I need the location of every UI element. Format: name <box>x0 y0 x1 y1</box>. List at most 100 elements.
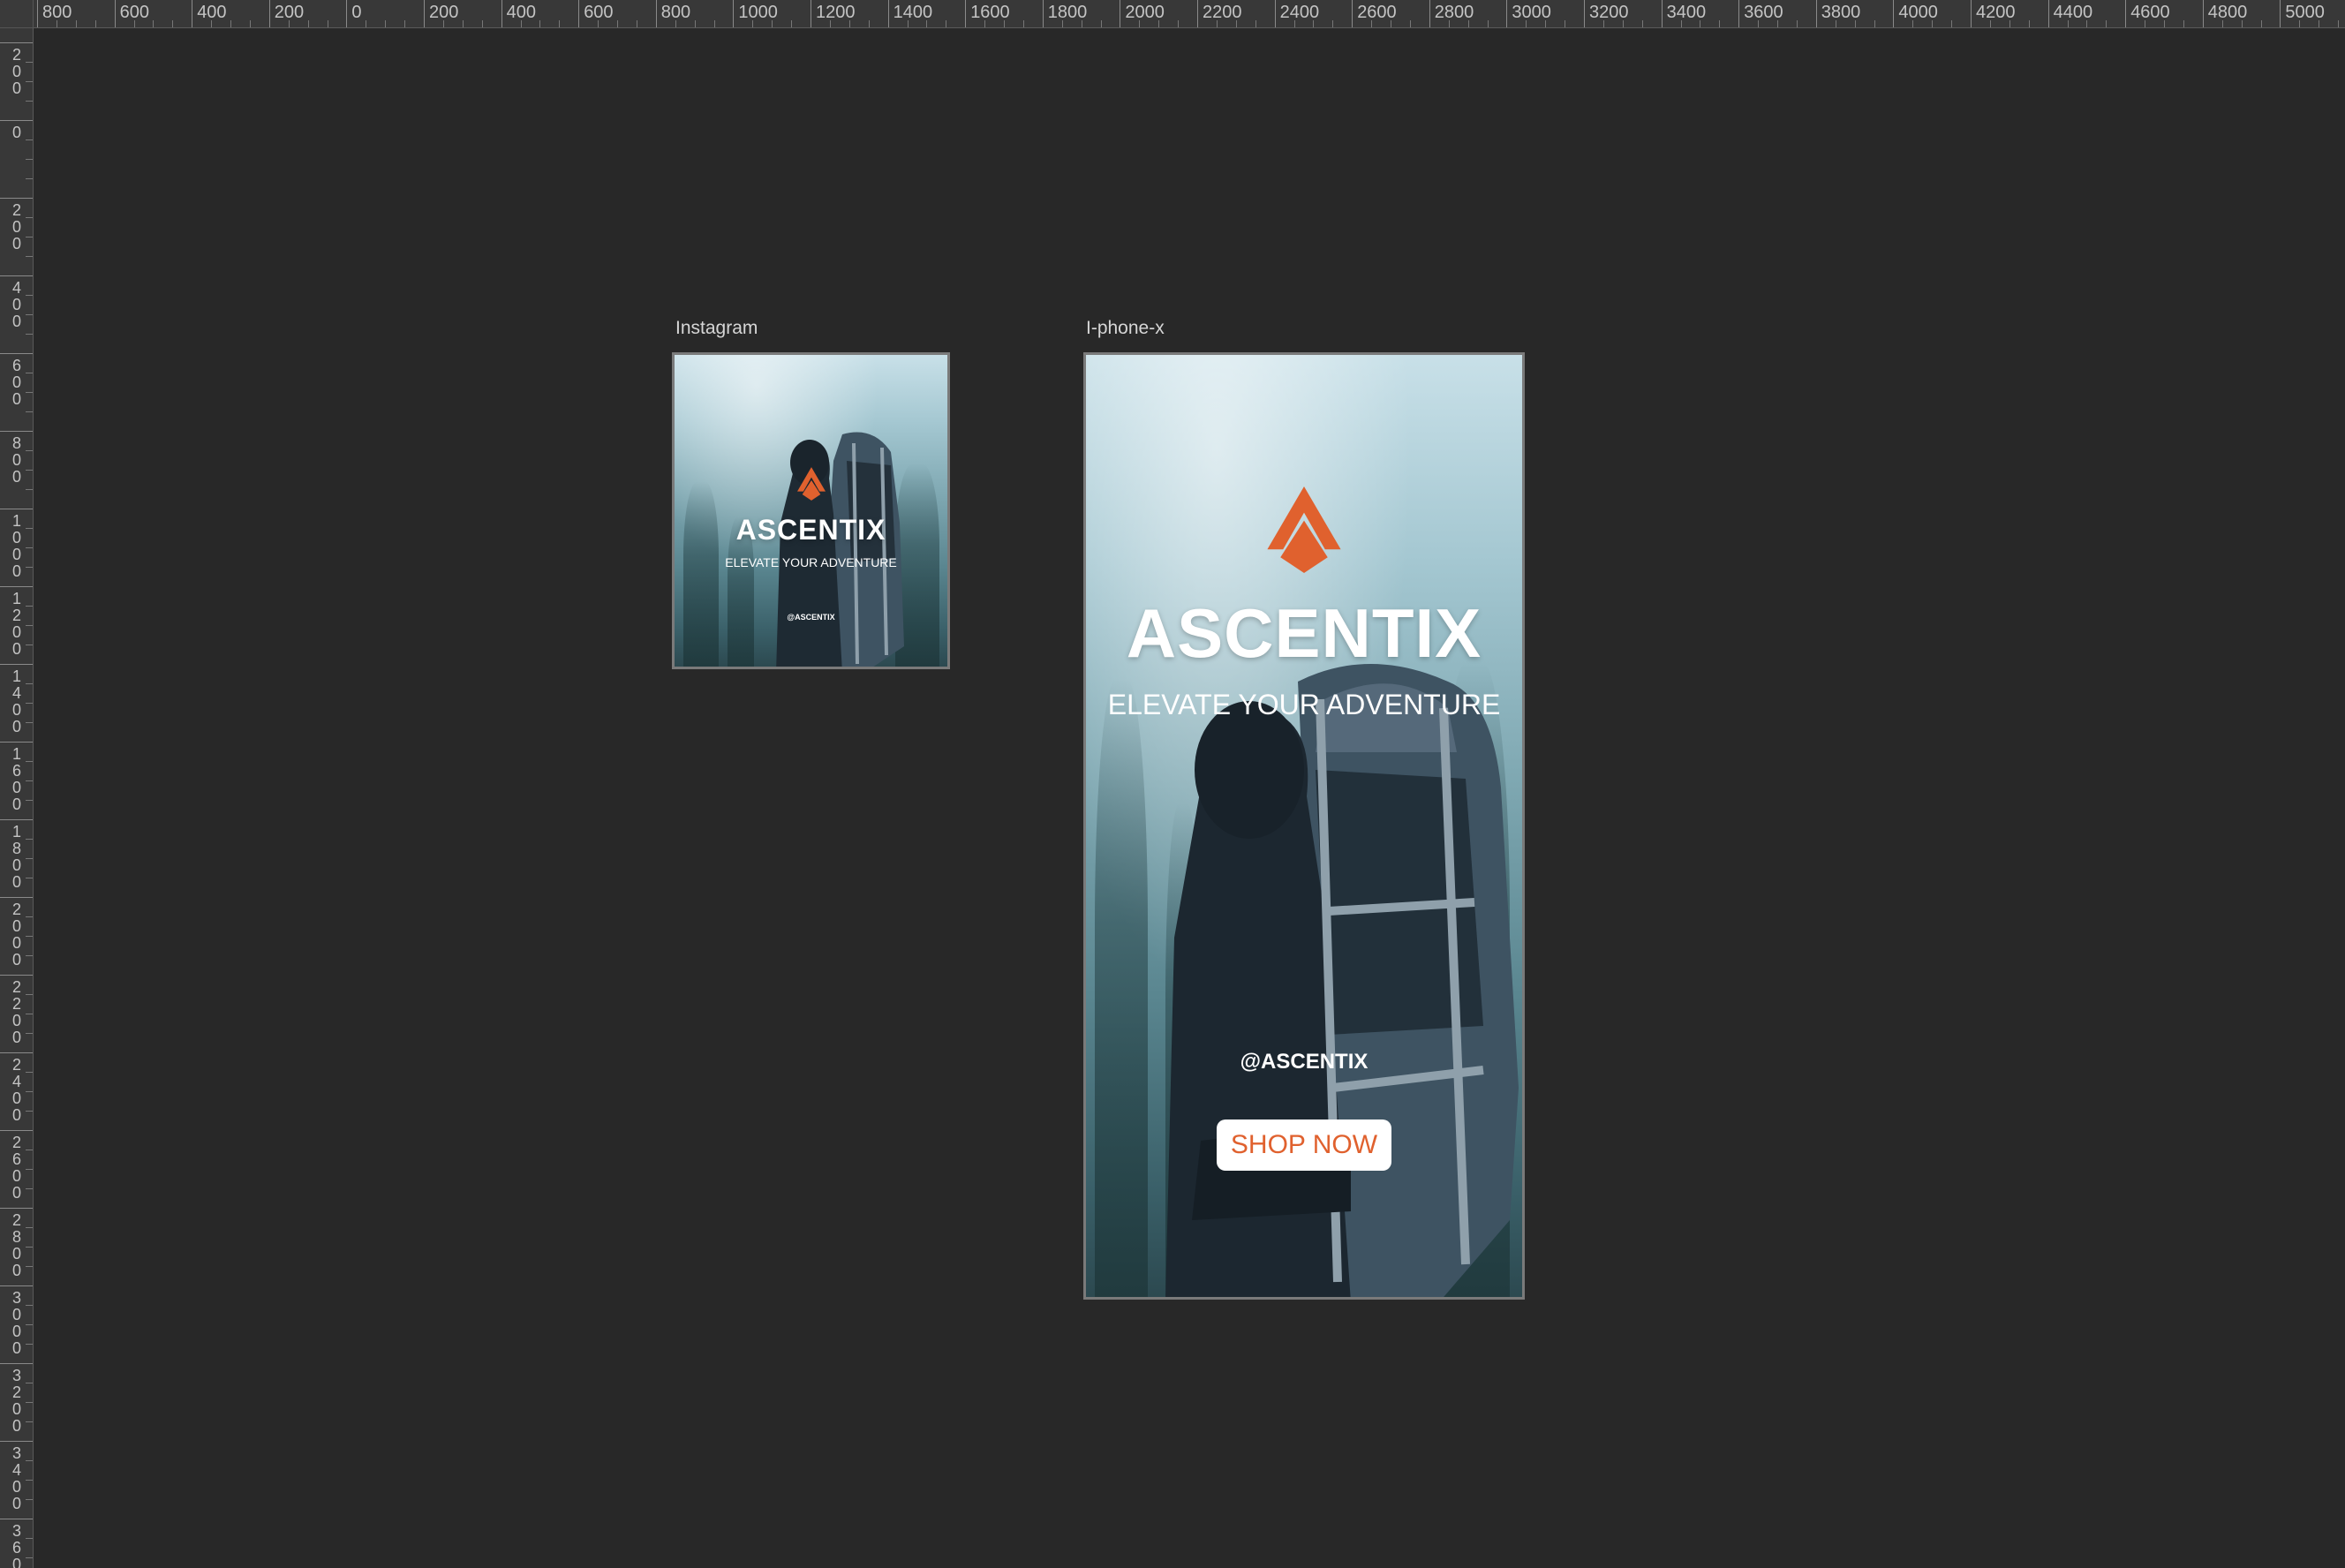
ruler-minor-tick <box>26 392 33 393</box>
ruler-minor-tick <box>868 20 870 27</box>
ruler-minor-tick <box>1409 20 1411 27</box>
ruler-minor-tick <box>26 314 33 315</box>
ruler-minor-tick <box>772 20 773 27</box>
ruler-minor-tick <box>26 683 33 684</box>
ruler-tick-label: 2800 <box>1429 0 1474 27</box>
ruler-minor-tick <box>2164 20 2165 27</box>
ruler-minor-tick <box>26 567 33 568</box>
hiker-figure <box>758 426 909 667</box>
ruler-minor-tick <box>1313 20 1315 27</box>
ruler-minor-tick <box>26 936 33 937</box>
ruler-minor-tick <box>26 139 33 140</box>
ruler-minor-tick <box>2241 20 2243 27</box>
ruler-minor-tick <box>1641 20 1643 27</box>
ruler-minor-tick <box>1758 20 1760 27</box>
ruler-minor-tick <box>26 1227 33 1228</box>
ruler-minor-tick <box>1912 20 1914 27</box>
ruler-tick-label: 1000 <box>733 0 778 27</box>
ruler-tick-label: 0 <box>346 0 362 27</box>
ruler-minor-tick <box>462 20 464 27</box>
ruler-minor-tick <box>26 916 33 917</box>
ruler-minor-tick <box>1874 20 1875 27</box>
ruler-corner <box>0 0 34 28</box>
ruler-minor-tick <box>94 20 96 27</box>
ruler-minor-tick <box>26 1402 33 1403</box>
ruler-tick-label: 1600 <box>965 0 1010 27</box>
ruler-minor-tick <box>26 62 33 63</box>
ruler-minor-tick <box>75 20 77 27</box>
ruler-minor-tick <box>26 800 33 801</box>
ruler-minor-tick <box>26 81 33 82</box>
ruler-tick-label: 3600 <box>1738 0 1783 27</box>
ruler-minor-tick <box>1022 20 1024 27</box>
ruler-minor-tick <box>385 20 387 27</box>
ruler-minor-tick <box>675 20 676 27</box>
ruler-tick-label: 4000 <box>1893 0 1938 27</box>
hiker-figure <box>1148 646 1522 1297</box>
vertical-ruler[interactable]: 200 0 200 400 600 800 1000 1200 1400 1600 1800 2000… <box>0 28 34 1568</box>
ruler-minor-tick <box>617 20 618 27</box>
ruler-minor-tick <box>2106 20 2107 27</box>
artboard-instagram[interactable]: ASCENTIX ELEVATE YOUR ADVENTURE @ASCENTI… <box>672 352 950 669</box>
ruler-minor-tick <box>1139 20 1141 27</box>
ruler-minor-tick <box>26 334 33 335</box>
ruler-minor-tick <box>26 528 33 529</box>
ruler-minor-tick <box>791 20 793 27</box>
ruler-tick-label: 2800 <box>0 1208 33 1279</box>
ruler-minor-tick <box>1526 20 1527 27</box>
ruler-minor-tick <box>1371 20 1373 27</box>
ruler-minor-tick <box>26 1305 33 1306</box>
ruler-minor-tick <box>26 159 33 160</box>
ruler-minor-tick <box>1158 20 1160 27</box>
ruler-tick-label: 2200 <box>0 975 33 1046</box>
ruler-minor-tick <box>1680 20 1682 27</box>
horizontal-ruler[interactable]: 800 600 400 200 0 200 400 600 800 1000 1200 1400 160… <box>34 0 2345 28</box>
ruler-tick-label: 3400 <box>0 1441 33 1512</box>
ruler-minor-tick <box>2067 20 2069 27</box>
ruler-minor-tick <box>26 994 33 995</box>
ruler-tick-label: 1400 <box>0 664 33 735</box>
ruler-minor-tick <box>26 703 33 704</box>
artboard-iphone-x[interactable]: ASCENTIX ELEVATE YOUR ADVENTURE @ASCENTI… <box>1083 352 1525 1300</box>
mountain-logo-icon <box>795 466 827 501</box>
ruler-tick-label: 200 <box>0 42 33 97</box>
artboard-label-instagram[interactable]: Instagram <box>675 318 758 339</box>
ruler-tick-label: 2600 <box>1352 0 1397 27</box>
ruler-tick-label: 5000 <box>2280 0 2325 27</box>
ruler-minor-tick <box>26 1072 33 1073</box>
ruler-minor-tick <box>26 1266 33 1267</box>
ruler-tick-label: 2000 <box>0 897 33 969</box>
ruler-minor-tick <box>26 450 33 451</box>
ruler-tick-label: 1600 <box>0 742 33 813</box>
ruler-minor-tick <box>26 761 33 762</box>
ruler-minor-tick <box>26 1111 33 1112</box>
ruler-minor-tick <box>1178 20 1180 27</box>
ruler-minor-tick <box>848 20 850 27</box>
ruler-minor-tick <box>26 780 33 781</box>
artboard-label-iphone-x[interactable]: I-phone-x <box>1086 318 1165 339</box>
ruler-minor-tick <box>694 20 696 27</box>
ruler-tick-label: 1800 <box>1042 0 1087 27</box>
ruler-minor-tick <box>26 625 33 626</box>
ruler-minor-tick <box>26 606 33 607</box>
ruler-minor-tick <box>26 295 33 296</box>
ruler-minor-tick <box>26 489 33 490</box>
brand-title: ASCENTIX <box>1126 594 1482 672</box>
ruler-minor-tick <box>26 1324 33 1325</box>
shop-now-button[interactable]: SHOP NOW <box>1217 1119 1391 1171</box>
ruler-tick-label: 2400 <box>1274 0 1319 27</box>
ruler-minor-tick <box>172 20 174 27</box>
ruler-tick-label: 2200 <box>1197 0 1242 27</box>
ruler-tick-label: 4600 <box>2125 0 2170 27</box>
ruler-minor-tick <box>752 20 754 27</box>
ruler-minor-tick <box>2028 20 2030 27</box>
ruler-tick-label: 2400 <box>0 1052 33 1124</box>
ruler-minor-tick <box>288 20 290 27</box>
ruler-minor-tick <box>926 20 928 27</box>
ruler-minor-tick <box>26 1538 33 1539</box>
ruler-minor-tick <box>2009 20 2010 27</box>
ruler-minor-tick <box>598 20 599 27</box>
ruler-minor-tick <box>1235 20 1237 27</box>
ruler-tick-label: 2600 <box>0 1130 33 1202</box>
ruler-minor-tick <box>26 101 33 102</box>
